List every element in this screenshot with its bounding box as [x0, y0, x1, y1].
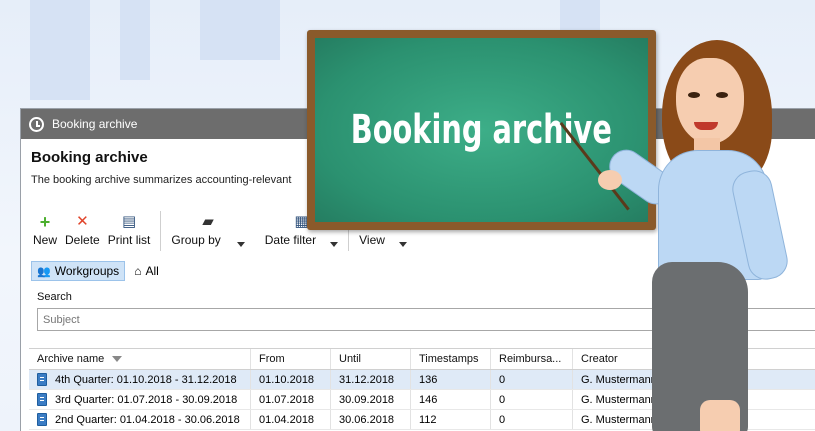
- cell-from: 01.07.2018: [251, 390, 331, 409]
- chalkboard: Booking archive: [307, 30, 656, 230]
- archive-icon: [37, 393, 47, 406]
- column-header-until[interactable]: Until: [331, 349, 411, 369]
- search-label: Search: [37, 291, 72, 303]
- column-header-label: From: [259, 353, 285, 365]
- sort-icon: [112, 356, 123, 362]
- presenter-face: [676, 58, 744, 144]
- cell-archive-name: 2nd Quarter: 01.04.2018 - 30.06.2018: [29, 410, 251, 429]
- presenter-eye: [716, 92, 728, 98]
- clock-icon: [29, 116, 44, 132]
- presenter-leg: [700, 400, 740, 431]
- presenter-eye: [688, 92, 700, 98]
- cell-archive-name: 4th Quarter: 01.10.2018 - 31.12.2018: [29, 370, 251, 389]
- background-shape: [560, 0, 600, 30]
- chevron-down-icon: [398, 242, 407, 247]
- cell-text: 4th Quarter: 01.10.2018 - 31.12.2018: [55, 373, 237, 386]
- cell-reimbursements: 0: [491, 410, 573, 429]
- all-label: All: [145, 264, 159, 278]
- chalkboard-surface: Booking archive: [315, 38, 648, 222]
- workspace-row: 👥 Workgroups ⌂ All: [31, 261, 164, 281]
- workgroups-label: Workgroups: [54, 264, 120, 278]
- people-icon: 👥: [37, 265, 51, 278]
- plus-icon: +: [39, 212, 51, 232]
- column-header-label: Reimbursa...: [499, 353, 562, 365]
- archive-icon: [37, 373, 47, 386]
- group-by-label: Group by: [171, 233, 221, 247]
- cell-timestamps: 136: [411, 370, 491, 389]
- presenter-hand: [598, 170, 622, 190]
- cell-until: 30.09.2018: [331, 390, 411, 409]
- printer-icon: ▤: [121, 213, 137, 230]
- cell-text: 2nd Quarter: 01.04.2018 - 30.06.2018: [55, 413, 240, 426]
- folder-icon: ▰: [202, 213, 214, 230]
- new-label: New: [33, 233, 58, 247]
- cell-reimbursements: 0: [491, 370, 573, 389]
- cell-timestamps: 146: [411, 390, 491, 409]
- chevron-down-icon: [330, 242, 339, 247]
- cell-from: 01.10.2018: [251, 370, 331, 389]
- view-label: View: [359, 233, 385, 247]
- column-header-from[interactable]: From: [251, 349, 331, 369]
- date-filter-dropdown: Date filter: [264, 233, 339, 247]
- cell-text: 3rd Quarter: 01.07.2018 - 30.09.2018: [55, 393, 238, 406]
- column-header-timestamps[interactable]: Timestamps: [411, 349, 491, 369]
- cell-archive-name: 3rd Quarter: 01.07.2018 - 30.09.2018: [29, 390, 251, 409]
- column-header-archive-name[interactable]: Archive name: [29, 349, 251, 369]
- toolbar-divider: [160, 211, 162, 251]
- group-by-button[interactable]: ▰ Group by: [167, 205, 248, 247]
- cell-from: 01.04.2018: [251, 410, 331, 429]
- column-header-label: Archive name: [37, 353, 105, 365]
- column-header-label: Until: [339, 353, 362, 365]
- view-dropdown: View: [359, 233, 407, 247]
- column-header-reimbursements[interactable]: Reimbursa...: [491, 349, 573, 369]
- column-header-label: Timestamps: [419, 353, 479, 365]
- archive-icon: [37, 413, 47, 426]
- cell-until: 31.12.2018: [331, 370, 411, 389]
- background-shape: [200, 0, 280, 60]
- all-button[interactable]: ⌂ All: [129, 262, 164, 280]
- cell-reimbursements: 0: [491, 390, 573, 409]
- workgroups-button[interactable]: 👥 Workgroups: [31, 261, 126, 281]
- date-filter-label: Date filter: [264, 233, 317, 247]
- background-shape: [120, 0, 150, 80]
- print-list-label: Print list: [107, 233, 151, 247]
- new-button[interactable]: + New: [29, 205, 61, 247]
- background-shape: [30, 0, 90, 100]
- column-header-label: Creator: [581, 353, 618, 365]
- cell-timestamps: 112: [411, 410, 491, 429]
- home-icon: ⌂: [134, 264, 142, 278]
- chevron-down-icon: [236, 242, 245, 247]
- cell-until: 30.06.2018: [331, 410, 411, 429]
- window-title: Booking archive: [52, 117, 138, 131]
- print-list-button[interactable]: ▤ Print list: [104, 205, 155, 247]
- chalkboard-title: Booking archive: [350, 107, 613, 153]
- delete-button[interactable]: ✕ Delete: [61, 205, 104, 247]
- x-icon: ✕: [76, 213, 89, 230]
- group-by-dropdown: Group by: [171, 233, 245, 247]
- delete-label: Delete: [65, 233, 100, 247]
